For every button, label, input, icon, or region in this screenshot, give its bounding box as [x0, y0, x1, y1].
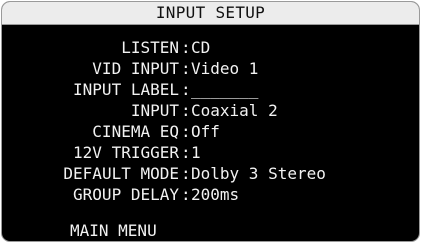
setting-label: 12V TRIGGER	[73, 143, 179, 162]
setting-row-vid-input[interactable]: VID INPUT : Video 1	[2, 59, 419, 79]
main-menu-item: MAIN MENU	[70, 221, 157, 240]
setting-value: _______	[191, 80, 259, 99]
setting-row-group-delay[interactable]: GROUP DELAY : 200ms	[2, 185, 419, 205]
osd-screen: INPUT SETUP LISTEN : CD VID INPUT : Vide…	[1, 1, 420, 242]
setting-row-input-label[interactable]: INPUT LABEL : _______	[2, 80, 419, 100]
separator: :	[181, 143, 191, 162]
separator: :	[181, 80, 191, 99]
main-menu-row[interactable]: MAIN MENU	[2, 221, 419, 241]
setting-label: INPUT	[130, 101, 179, 120]
setting-value: Dolby 3 Stereo	[191, 164, 326, 183]
setting-label: INPUT LABEL	[73, 80, 179, 99]
setting-value: 200ms	[191, 185, 240, 204]
setting-label: LISTEN	[121, 38, 179, 57]
setting-row-input[interactable]: INPUT : Coaxial 2	[2, 101, 419, 121]
setting-value: Video 1	[191, 59, 259, 78]
screen-title: INPUT SETUP	[2, 2, 419, 25]
setting-row-12v-trigger[interactable]: 12V TRIGGER : 1	[2, 143, 419, 163]
separator: :	[181, 59, 191, 78]
setting-value: Coaxial 2	[191, 101, 278, 120]
setting-row-default-mode[interactable]: DEFAULT MODE : Dolby 3 Stereo	[2, 164, 419, 184]
setting-label: GROUP DELAY	[73, 185, 179, 204]
separator: :	[181, 164, 191, 183]
setting-row-listen[interactable]: LISTEN : CD	[2, 38, 419, 58]
setting-value: 1	[191, 143, 201, 162]
separator: :	[181, 101, 191, 120]
setting-value: CD	[191, 38, 211, 57]
setting-value: Off	[191, 122, 220, 141]
setting-label: DEFAULT MODE	[63, 164, 179, 183]
setting-label: CINEMA EQ	[92, 122, 179, 141]
setting-label: VID INPUT	[92, 59, 179, 78]
setting-row-cinema-eq[interactable]: CINEMA EQ : Off	[2, 122, 419, 142]
separator: :	[181, 122, 191, 141]
separator: :	[181, 185, 191, 204]
separator: :	[181, 38, 191, 57]
